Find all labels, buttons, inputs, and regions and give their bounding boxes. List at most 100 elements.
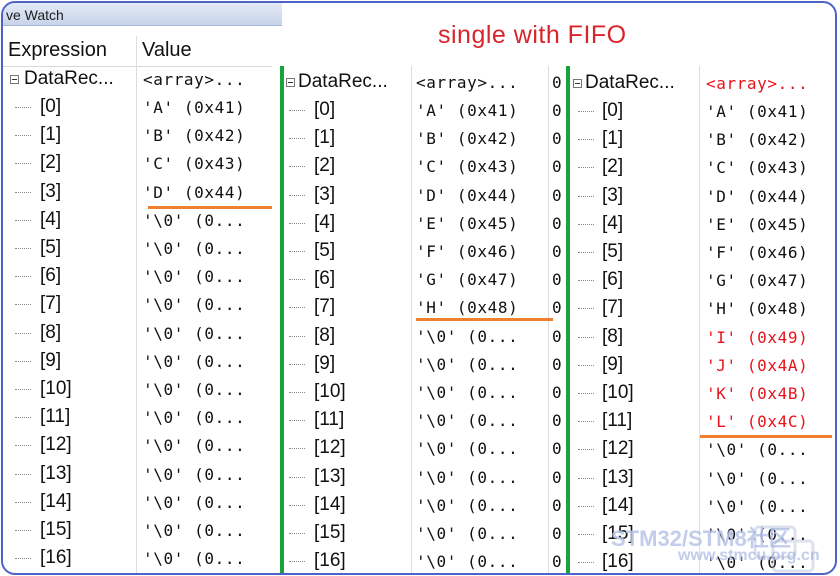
column-header-value[interactable]: Value xyxy=(137,36,272,67)
watch-row[interactable]: [9] 'J' (0x4A) xyxy=(570,352,835,380)
tree-root-row[interactable]: DataRec... <array>... xyxy=(3,66,282,94)
watch-row[interactable]: [13] '\0' (0... xyxy=(3,461,282,489)
watch-row[interactable]: [14] '\0' (0... xyxy=(570,493,835,521)
tree-connector xyxy=(289,335,305,337)
watch-row[interactable]: [6] 'G' (0x47) 0 xyxy=(283,266,570,294)
extra-column-value: 0 xyxy=(552,552,563,572)
tree-connector xyxy=(15,360,31,362)
watch-row[interactable]: [0] 'A' (0x41) xyxy=(570,98,835,126)
watch-row[interactable]: [6] '\0' (0... xyxy=(3,263,282,291)
tree-connector xyxy=(578,449,594,451)
root-expression-name: DataRec... xyxy=(24,68,114,89)
array-index: [13] xyxy=(602,466,634,488)
tree-connector xyxy=(289,504,305,506)
watch-row[interactable]: [9] '\0' (0... 0 xyxy=(283,351,570,379)
watch-row[interactable]: [15] '\0' (0... xyxy=(3,517,282,545)
watch-row[interactable]: [7] 'H' (0x48) xyxy=(570,295,835,323)
array-value: 'B' (0x42) xyxy=(416,129,519,149)
extra-column-value: 0 xyxy=(552,326,563,346)
marker-underline-3 xyxy=(700,435,832,438)
watch-row[interactable]: [8] '\0' (0... 0 xyxy=(283,323,570,351)
watch-row[interactable]: [8] '\0' (0... xyxy=(3,320,282,348)
watch-row[interactable]: [6] 'G' (0x47) xyxy=(570,267,835,295)
array-value: '\0' (0... xyxy=(143,464,246,484)
watch-row[interactable]: [3] 'D' (0x44) 0 xyxy=(283,182,570,210)
array-value: 'D' (0x44) xyxy=(143,182,246,202)
tree-connector xyxy=(289,222,305,224)
watch-row[interactable]: [11] '\0' (0... xyxy=(3,404,282,432)
watch-row[interactable]: [2] 'C' (0x43) xyxy=(3,150,282,178)
watch-row[interactable]: [12] '\0' (0... 0 xyxy=(283,435,570,463)
tree-root-row[interactable]: DataRec... <array>... 0 xyxy=(283,69,570,97)
array-value: 'D' (0x44) xyxy=(706,186,809,206)
tree-connector xyxy=(289,363,305,365)
array-index: [3] xyxy=(314,183,336,205)
watch-row[interactable]: [13] '\0' (0... 0 xyxy=(283,464,570,492)
watch-row[interactable]: [10] '\0' (0... 0 xyxy=(283,379,570,407)
watch-row[interactable]: [2] 'C' (0x43) 0 xyxy=(283,153,570,181)
watch-row[interactable]: [1] 'B' (0x42) xyxy=(3,122,282,150)
collapse-toggle-icon[interactable] xyxy=(573,79,582,88)
watch-row[interactable]: [3] 'D' (0x44) xyxy=(570,183,835,211)
extra-column-value: 0 xyxy=(552,467,563,487)
watch-row[interactable]: [11] 'L' (0x4C) xyxy=(570,408,835,436)
tree-root-row[interactable]: DataRec... <array>... xyxy=(570,70,835,98)
array-value: 'K' (0x4B) xyxy=(706,384,809,403)
watch-row[interactable]: [5] 'F' (0x46) 0 xyxy=(283,238,570,266)
watch-row[interactable]: [5] 'F' (0x46) xyxy=(570,239,835,267)
watch-row[interactable]: [5] '\0' (0... xyxy=(3,235,282,263)
watch-row[interactable]: [16] '\0' (0... 0 xyxy=(283,548,570,573)
tree-connector xyxy=(289,279,305,281)
watch-row[interactable]: [10] 'K' (0x4B) xyxy=(570,380,835,408)
tree-connector xyxy=(289,448,305,450)
watch-row[interactable]: [4] 'E' (0x45) xyxy=(570,211,835,239)
extra-column-value: 0 xyxy=(552,383,563,402)
watch-row[interactable]: [14] '\0' (0... xyxy=(3,489,282,517)
watch-row[interactable]: [0] 'A' (0x41) xyxy=(3,94,282,122)
watch-row[interactable]: [13] '\0' (0... xyxy=(570,465,835,493)
array-index: [3] xyxy=(40,180,62,202)
array-value: 'J' (0x4A) xyxy=(706,355,809,375)
watch-row[interactable]: [15] '\0' (0... 0 xyxy=(283,520,570,548)
array-value: 'A' (0x41) xyxy=(706,102,809,121)
watch-row[interactable]: [16] '\0' (0... xyxy=(3,545,282,573)
extra-column-value: 0 xyxy=(552,298,563,318)
tree-connector xyxy=(15,276,31,278)
tree-connector xyxy=(578,505,594,507)
collapse-toggle-icon[interactable] xyxy=(10,75,19,84)
tree-connector xyxy=(15,445,31,447)
watch-row[interactable]: [0] 'A' (0x41) 0 xyxy=(283,97,570,125)
tree-connector xyxy=(15,417,31,419)
watch-row[interactable]: [4] 'E' (0x45) 0 xyxy=(283,210,570,238)
array-value: 'B' (0x42) xyxy=(143,126,246,146)
tree-connector xyxy=(15,248,31,249)
array-index: [9] xyxy=(314,352,336,374)
watch-row[interactable]: [7] '\0' (0... xyxy=(3,291,282,319)
array-value: '\0' (0... xyxy=(416,495,519,515)
watch-row[interactable]: [1] 'B' (0x42) xyxy=(570,126,835,154)
collapse-toggle-icon[interactable] xyxy=(286,78,295,87)
array-index: [3] xyxy=(602,184,624,206)
column-header-expression[interactable]: Expression xyxy=(3,36,137,67)
watch-row[interactable]: [1] 'B' (0x42) 0 xyxy=(283,125,570,153)
watch-row[interactable]: [14] '\0' (0... 0 xyxy=(283,492,570,520)
watch-row[interactable]: [2] 'C' (0x43) xyxy=(570,154,835,182)
array-index: [16] xyxy=(40,547,72,569)
watch-row[interactable]: [3] 'D' (0x44) xyxy=(3,179,282,207)
extra-column-value: 0 xyxy=(552,157,563,177)
tree-connector xyxy=(15,107,31,108)
root-value: <array>... xyxy=(706,74,809,93)
array-value: '\0' (0... xyxy=(706,496,809,516)
tree-connector xyxy=(578,252,594,253)
watch-row[interactable]: [8] 'I' (0x49) xyxy=(570,324,835,352)
tree-connector xyxy=(15,304,31,306)
tree-connector xyxy=(578,111,594,112)
watch-row[interactable]: [11] '\0' (0... 0 xyxy=(283,407,570,435)
watch-row[interactable]: [12] '\0' (0... xyxy=(570,436,835,464)
watch-row[interactable]: [9] '\0' (0... xyxy=(3,348,282,376)
watch-row[interactable]: [10] '\0' (0... xyxy=(3,376,282,404)
array-value: '\0' (0... xyxy=(143,436,246,456)
watch-row[interactable]: [12] '\0' (0... xyxy=(3,432,282,460)
watch-row[interactable]: [4] '\0' (0... xyxy=(3,207,282,235)
extra-column-value: 0 xyxy=(552,495,563,515)
